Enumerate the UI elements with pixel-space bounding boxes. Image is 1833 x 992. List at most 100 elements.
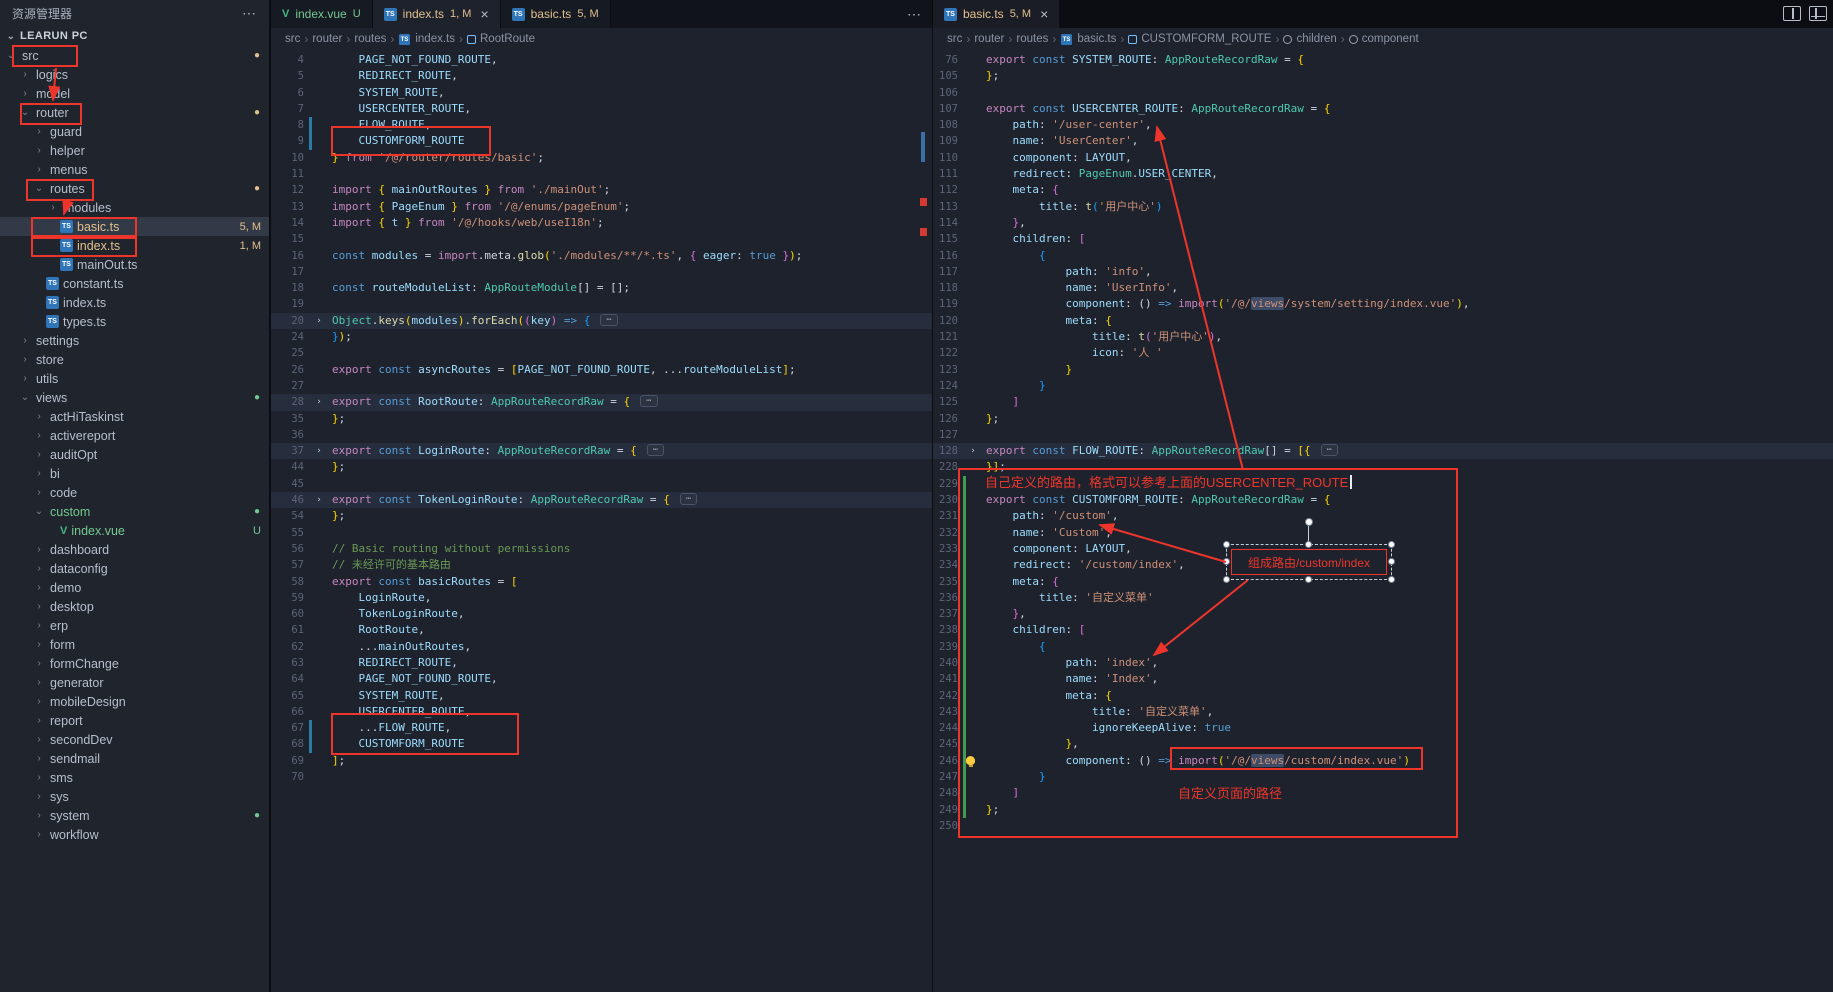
tree-item-store[interactable]: ›store bbox=[0, 350, 269, 369]
tree-item-dashboard[interactable]: ›dashboard bbox=[0, 540, 269, 559]
code-line-105[interactable]: 105}; bbox=[933, 68, 1833, 84]
code-line-36[interactable]: 36 bbox=[271, 427, 932, 443]
tree-item-actHiTaskinst[interactable]: ›actHiTaskinst bbox=[0, 407, 269, 426]
code-line-9[interactable]: 9 CUSTOMFORM_ROUTE bbox=[271, 133, 932, 149]
tree-item-utils[interactable]: ›utils bbox=[0, 369, 269, 388]
folded-region-badge[interactable]: ⋯ bbox=[647, 444, 664, 456]
selection-handle[interactable] bbox=[1388, 558, 1395, 565]
tree-item-guard[interactable]: ›guard bbox=[0, 122, 269, 141]
code-line-18[interactable]: 18const routeModuleList: AppRouteModule[… bbox=[271, 280, 932, 296]
selection-handle[interactable] bbox=[1223, 558, 1230, 565]
breadcrumb-item-src[interactable]: src bbox=[947, 33, 962, 45]
code-line-126[interactable]: 126}; bbox=[933, 411, 1833, 427]
code-line-8[interactable]: 8 FLOW_ROUTE, bbox=[271, 117, 932, 133]
code-line-127[interactable]: 127 bbox=[933, 427, 1833, 443]
tree-item-helper[interactable]: ›helper bbox=[0, 141, 269, 160]
lightbulb-icon[interactable] bbox=[966, 756, 975, 765]
code-line-115[interactable]: 115 children: [ bbox=[933, 231, 1833, 247]
selection-handle[interactable] bbox=[1223, 576, 1230, 583]
code-line-5[interactable]: 5 REDIRECT_ROUTE, bbox=[271, 68, 932, 84]
tree-item-index.ts[interactable]: TSindex.ts bbox=[0, 293, 269, 312]
code-line-111[interactable]: 111 redirect: PageEnum.USER_CENTER, bbox=[933, 166, 1833, 182]
code-line-107[interactable]: 107export const USERCENTER_ROUTE: AppRou… bbox=[933, 101, 1833, 117]
close-icon[interactable]: × bbox=[480, 6, 488, 22]
tab-index.ts[interactable]: TSindex.ts1, M× bbox=[373, 0, 501, 28]
code-line-27[interactable]: 27 bbox=[271, 378, 932, 394]
breadcrumb-item-routes[interactable]: routes bbox=[1016, 33, 1048, 45]
code-line-12[interactable]: 12import { mainOutRoutes } from './mainO… bbox=[271, 182, 932, 198]
tree-item-system[interactable]: ›system● bbox=[0, 806, 269, 825]
tree-item-desktop[interactable]: ›desktop bbox=[0, 597, 269, 616]
code-line-109[interactable]: 109 name: 'UserCenter', bbox=[933, 133, 1833, 149]
code-line-70[interactable]: 70 bbox=[271, 769, 932, 785]
code-line-57[interactable]: 57// 未经许可的基本路由 bbox=[271, 557, 932, 573]
code-line-123[interactable]: 123 } bbox=[933, 362, 1833, 378]
tab-basic.ts[interactable]: TSbasic.ts5, M bbox=[501, 0, 611, 28]
tree-item-secondDev[interactable]: ›secondDev bbox=[0, 730, 269, 749]
code-line-24[interactable]: 24}); bbox=[271, 329, 932, 345]
code-line-7[interactable]: 7 USERCENTER_ROUTE, bbox=[271, 101, 932, 117]
tree-item-menus[interactable]: ›menus bbox=[0, 160, 269, 179]
tree-item-views[interactable]: ⌄views● bbox=[0, 388, 269, 407]
code-line-120[interactable]: 120 meta: { bbox=[933, 313, 1833, 329]
breadcrumb-item-CUSTOMFORM_ROUTE[interactable]: CUSTOMFORM_ROUTE bbox=[1128, 33, 1271, 45]
code-editor-left[interactable]: 4 PAGE_NOT_FOUND_ROUTE,5 REDIRECT_ROUTE,… bbox=[271, 50, 932, 785]
code-line-240[interactable]: 240 path: 'index', bbox=[933, 655, 1833, 671]
code-line-66[interactable]: 66 USERCENTER_ROUTE, bbox=[271, 704, 932, 720]
code-line-124[interactable]: 124 } bbox=[933, 378, 1833, 394]
tree-item-erp[interactable]: ›erp bbox=[0, 616, 269, 635]
tree-item-formChange[interactable]: ›formChange bbox=[0, 654, 269, 673]
code-line-119[interactable]: 119 component: () => import('/@/views/sy… bbox=[933, 296, 1833, 312]
code-line-236[interactable]: 236 title: '自定义菜单' bbox=[933, 590, 1833, 606]
code-line-231[interactable]: 231 path: '/custom', bbox=[933, 508, 1833, 524]
code-line-122[interactable]: 122 icon: '人 ' bbox=[933, 345, 1833, 361]
fold-chevron-icon[interactable]: › bbox=[312, 394, 326, 410]
code-line-14[interactable]: 14import { t } from '/@/hooks/web/useI18… bbox=[271, 215, 932, 231]
code-line-248[interactable]: 248 ] bbox=[933, 785, 1833, 801]
code-line-62[interactable]: 62 ...mainOutRoutes, bbox=[271, 639, 932, 655]
code-line-250[interactable]: 250 bbox=[933, 818, 1833, 834]
code-line-118[interactable]: 118 name: 'UserInfo', bbox=[933, 280, 1833, 296]
code-line-16[interactable]: 16const modules = import.meta.glob('./mo… bbox=[271, 248, 932, 264]
code-line-25[interactable]: 25 bbox=[271, 345, 932, 361]
code-line-246[interactable]: 246 component: () => import('/@/views/cu… bbox=[933, 753, 1833, 769]
fold-chevron-icon[interactable]: › bbox=[312, 313, 326, 329]
tree-item-settings[interactable]: ›settings bbox=[0, 331, 269, 350]
tree-item-demo[interactable]: ›demo bbox=[0, 578, 269, 597]
code-line-44[interactable]: 44}; bbox=[271, 459, 932, 475]
tree-item-basic.ts[interactable]: TSbasic.ts5, M bbox=[0, 217, 269, 236]
breadcrumb-item-children[interactable]: children bbox=[1283, 33, 1336, 45]
breadcrumb-item-router[interactable]: router bbox=[312, 33, 342, 45]
code-line-26[interactable]: 26export const asyncRoutes = [PAGE_NOT_F… bbox=[271, 362, 932, 378]
tab-basic.ts[interactable]: TSbasic.ts5, M× bbox=[933, 0, 1060, 28]
code-line-54[interactable]: 54}; bbox=[271, 508, 932, 524]
code-line-11[interactable]: 11 bbox=[271, 166, 932, 182]
code-line-63[interactable]: 63 REDIRECT_ROUTE, bbox=[271, 655, 932, 671]
code-line-61[interactable]: 61 RootRoute, bbox=[271, 622, 932, 638]
selection-handle[interactable] bbox=[1388, 576, 1395, 583]
code-line-45[interactable]: 45 bbox=[271, 476, 932, 492]
selection-handle[interactable] bbox=[1388, 541, 1395, 548]
code-line-113[interactable]: 113 title: t('用户中心') bbox=[933, 199, 1833, 215]
editor-actions-more-icon[interactable]: ⋯ bbox=[907, 6, 922, 23]
tree-item-sys[interactable]: ›sys bbox=[0, 787, 269, 806]
explorer-more-actions-icon[interactable]: ⋯ bbox=[242, 5, 257, 22]
code-line-58[interactable]: 58export const basicRoutes = [ bbox=[271, 574, 932, 590]
tree-item-report[interactable]: ›report bbox=[0, 711, 269, 730]
tree-item-routes[interactable]: ⌄routes● bbox=[0, 179, 269, 198]
tree-item-bi[interactable]: ›bi bbox=[0, 464, 269, 483]
tree-item-index.ts[interactable]: TSindex.ts1, M bbox=[0, 236, 269, 255]
tree-item-custom[interactable]: ⌄custom● bbox=[0, 502, 269, 521]
folded-region-badge[interactable]: ⋯ bbox=[640, 395, 657, 407]
tree-item-mainOut.ts[interactable]: TSmainOut.ts bbox=[0, 255, 269, 274]
code-line-6[interactable]: 6 SYSTEM_ROUTE, bbox=[271, 85, 932, 101]
fold-chevron-icon[interactable]: › bbox=[312, 443, 326, 459]
code-line-56[interactable]: 56// Basic routing without permissions bbox=[271, 541, 932, 557]
code-line-55[interactable]: 55 bbox=[271, 525, 932, 541]
code-line-110[interactable]: 110 component: LAYOUT, bbox=[933, 150, 1833, 166]
fold-chevron-icon[interactable]: › bbox=[966, 443, 980, 459]
folded-region-badge[interactable]: ⋯ bbox=[1321, 444, 1338, 456]
tab-index.vue[interactable]: Vindex.vueU bbox=[271, 0, 373, 28]
tree-item-activereport[interactable]: ›activereport bbox=[0, 426, 269, 445]
code-editor-right[interactable]: 76export const SYSTEM_ROUTE: AppRouteRec… bbox=[933, 50, 1833, 834]
